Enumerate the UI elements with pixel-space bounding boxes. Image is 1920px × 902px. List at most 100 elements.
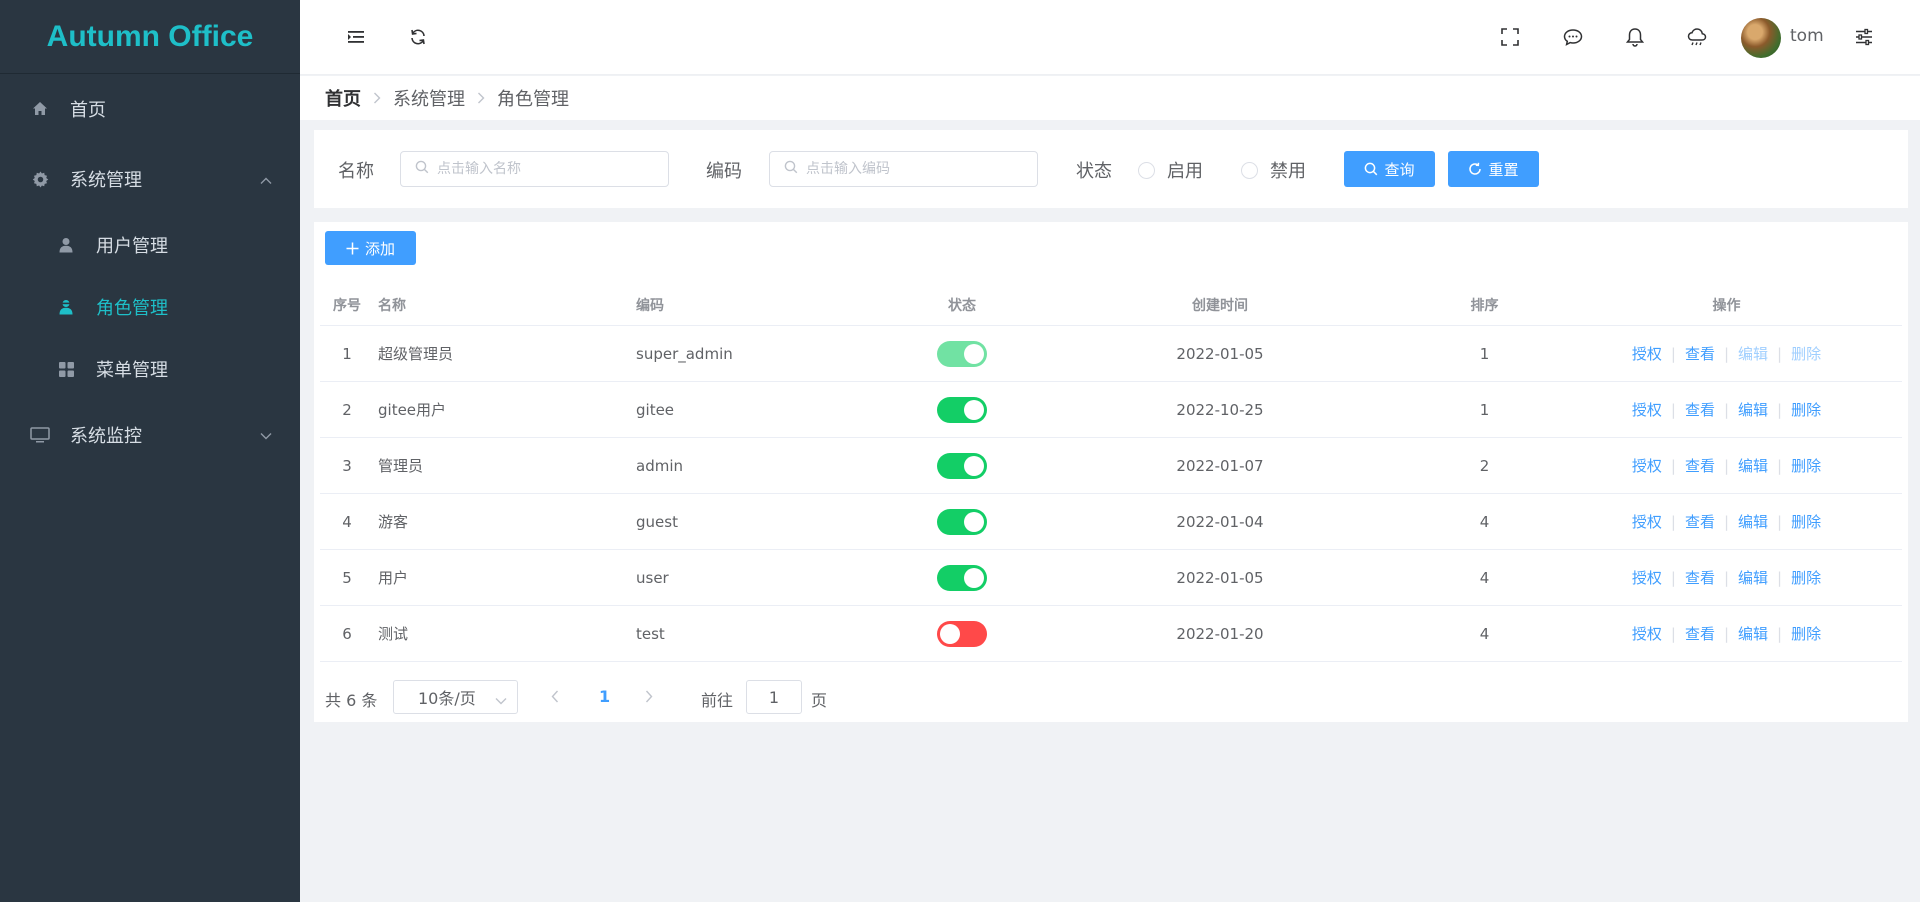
chevron-down-icon — [260, 425, 272, 446]
cell-created: 2022-01-20 — [1176, 624, 1264, 643]
delete-link[interactable]: 删除 — [1791, 623, 1821, 644]
home-icon — [30, 99, 50, 119]
column-header-sort: 排序 — [1470, 297, 1499, 314]
name-label: 名称 — [338, 161, 374, 182]
avatar[interactable] — [1741, 18, 1781, 58]
table-row: 4 游客 guest 2022-01-04 4 授权 | 查看 | 编辑 | 删除 — [320, 494, 1902, 550]
status-switch[interactable] — [937, 396, 987, 423]
status-switch[interactable] — [937, 620, 987, 647]
status-switch[interactable] — [937, 452, 987, 479]
name-input[interactable] — [437, 161, 657, 177]
authorize-link[interactable]: 授权 — [1632, 511, 1662, 532]
authorize-link[interactable]: 授权 — [1632, 567, 1662, 588]
cell-sort: 4 — [1479, 624, 1490, 643]
reset-button[interactable]: 重置 — [1448, 151, 1539, 187]
radio-circle[interactable] — [1138, 161, 1155, 179]
view-link[interactable]: 查看 — [1685, 343, 1715, 364]
cell-code: admin — [636, 456, 683, 475]
status-switch[interactable] — [937, 340, 987, 367]
messages-button[interactable] — [1560, 24, 1586, 50]
weather-button[interactable] — [1684, 24, 1710, 50]
code-field[interactable] — [769, 151, 1038, 187]
sidebar-item-system-management[interactable]: 系统管理 — [0, 144, 300, 214]
delete-link[interactable]: 删除 — [1791, 455, 1821, 476]
page-number[interactable]: 1 — [599, 687, 610, 706]
chevron-down-icon — [495, 690, 507, 709]
delete-link[interactable]: 删除 — [1791, 511, 1821, 532]
pagination: 共 6 条 10条/页 1 前往 页 — [325, 680, 925, 714]
monitor-icon — [30, 425, 50, 445]
goto-page-input[interactable] — [746, 680, 802, 714]
cell-created: 2022-01-07 — [1176, 456, 1264, 475]
table-row: 2 gitee用户 gitee 2022-10-25 1 授权 | 查看 | 编辑 |… — [320, 382, 1902, 438]
chevron-right-icon — [373, 89, 381, 108]
sidebar-item-menu-management[interactable]: 菜单管理 — [0, 338, 300, 400]
name-field[interactable] — [400, 151, 669, 187]
app-title: Autumn Office — [46, 19, 254, 53]
authorize-link[interactable]: 授权 — [1632, 455, 1662, 476]
cell-created: 2022-01-05 — [1176, 568, 1264, 587]
prev-page-button[interactable] — [551, 688, 559, 707]
page-size-select[interactable]: 10条/页 — [393, 680, 518, 714]
edit-link[interactable]: 编辑 — [1738, 455, 1768, 476]
query-button[interactable]: 查询 — [1344, 151, 1435, 187]
view-link[interactable]: 查看 — [1685, 511, 1715, 532]
status-label: 状态 — [1076, 161, 1112, 182]
fullscreen-button[interactable] — [1497, 24, 1523, 50]
view-link[interactable]: 查看 — [1685, 623, 1715, 644]
table-row: 6 测试 test 2022-01-20 4 授权 | 查看 | 编辑 | 删除 — [320, 606, 1902, 662]
view-link[interactable]: 查看 — [1685, 399, 1715, 420]
sidebar-item-home[interactable]: 首页 — [0, 74, 300, 144]
user-icon — [56, 235, 76, 255]
app-logo[interactable]: Autumn Office — [0, 0, 300, 74]
next-page-button[interactable] — [645, 688, 653, 707]
authorize-link[interactable]: 授权 — [1632, 343, 1662, 364]
cell-index: 4 — [342, 512, 352, 531]
sidebar-item-system-monitor[interactable]: 系统监控 — [0, 400, 300, 470]
add-role-button[interactable]: 添加 — [325, 231, 416, 265]
edit-link[interactable]: 编辑 — [1738, 511, 1768, 532]
search-icon — [784, 160, 798, 178]
table-row: 5 用户 user 2022-01-05 4 授权 | 查看 | 编辑 | 删除 — [320, 550, 1902, 606]
query-button-label: 查询 — [1384, 160, 1415, 179]
delete-link[interactable]: 删除 — [1791, 399, 1821, 420]
status-disabled-radio[interactable]: 禁用 — [1241, 157, 1306, 183]
username[interactable]: tom — [1790, 26, 1824, 46]
search-icon — [1364, 162, 1378, 176]
status-enabled-radio[interactable]: 启用 — [1138, 157, 1203, 183]
cloud-rain-icon — [1687, 28, 1707, 46]
view-link[interactable]: 查看 — [1685, 455, 1715, 476]
view-link[interactable]: 查看 — [1685, 567, 1715, 588]
code-input[interactable] — [806, 161, 1026, 177]
cell-code: gitee — [636, 400, 675, 419]
menu-fold-icon — [348, 31, 364, 43]
delete-link[interactable]: 删除 — [1791, 567, 1821, 588]
sliders-icon — [1856, 28, 1872, 46]
page-suffix: 页 — [811, 691, 828, 710]
search-icon — [415, 160, 429, 178]
refresh-button[interactable] — [405, 24, 431, 50]
edit-link[interactable]: 编辑 — [1738, 623, 1768, 644]
column-header-name: 名称 — [378, 297, 406, 314]
edit-link[interactable]: 编辑 — [1738, 567, 1768, 588]
bell-icon — [1626, 28, 1644, 47]
sidebar-toggle-button[interactable] — [343, 24, 369, 50]
cell-created: 2022-01-04 — [1176, 512, 1264, 531]
authorize-link[interactable]: 授权 — [1632, 399, 1662, 420]
authorize-link[interactable]: 授权 — [1632, 623, 1662, 644]
settings-button[interactable] — [1851, 24, 1877, 50]
status-switch[interactable] — [937, 564, 987, 591]
top-header: tom — [300, 0, 1920, 75]
status-enabled-label: 启用 — [1167, 161, 1203, 182]
sidebar-item-role-management[interactable]: 角色管理 — [0, 276, 300, 338]
refresh-icon — [411, 29, 425, 45]
breadcrumb-system-management: 系统管理 — [393, 89, 465, 110]
radio-circle[interactable] — [1241, 161, 1258, 179]
breadcrumb-home[interactable]: 首页 — [325, 85, 361, 111]
cell-name: 用户 — [378, 569, 409, 587]
edit-link[interactable]: 编辑 — [1738, 399, 1768, 420]
notifications-button[interactable] — [1622, 24, 1648, 50]
status-switch[interactable] — [937, 508, 987, 535]
sidebar-item-user-management[interactable]: 用户管理 — [0, 214, 300, 276]
chevron-up-icon — [260, 169, 272, 190]
